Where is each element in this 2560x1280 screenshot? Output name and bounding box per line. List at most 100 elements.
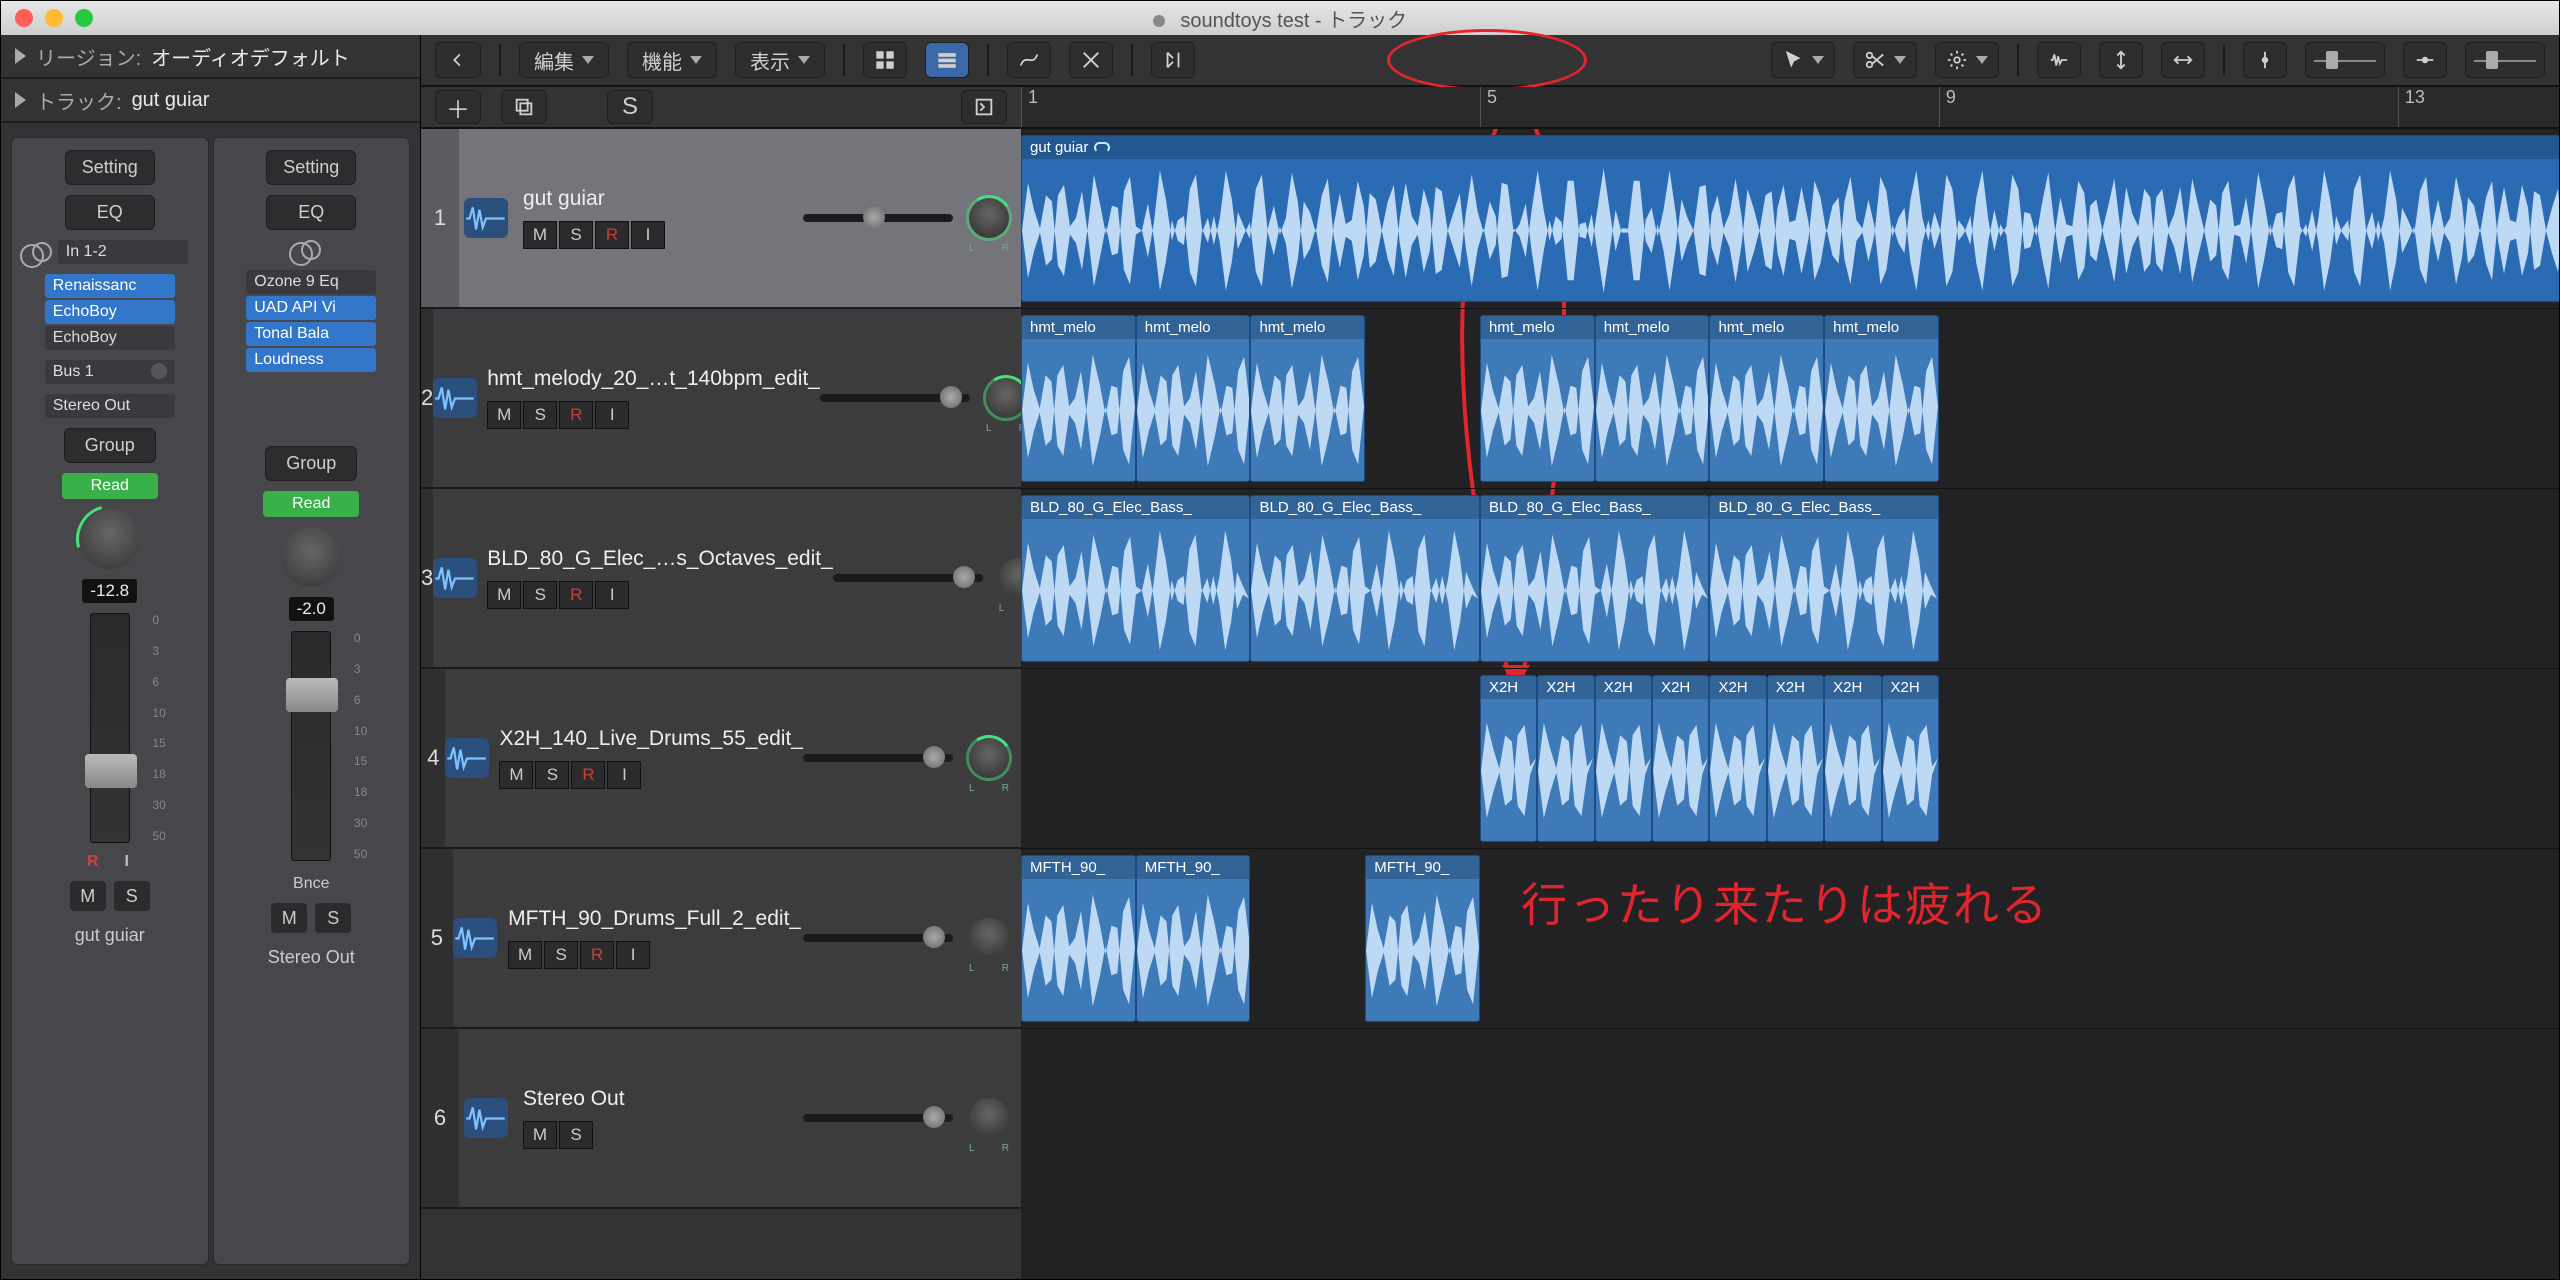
audio-region[interactable]: MFTH_90_ — [1136, 855, 1251, 1022]
track-lane[interactable]: MFTH_90_MFTH_90_MFTH_90_ — [1021, 849, 2559, 1029]
vertical-zoom-button[interactable] — [2099, 42, 2143, 78]
back-arrow-button[interactable] — [435, 42, 481, 78]
solo-button[interactable]: S — [559, 1121, 593, 1149]
track-disclosure[interactable]: トラック: gut guiar — [1, 79, 420, 123]
vertical-zoom-slider[interactable] — [2243, 42, 2287, 78]
bounce-button[interactable]: Bnce — [293, 875, 329, 893]
record-enable-button[interactable]: R — [571, 761, 605, 789]
zoom-window-button[interactable] — [75, 9, 93, 27]
record-enable-button[interactable]: R — [559, 401, 593, 429]
input-monitor-button[interactable]: I — [595, 581, 629, 609]
audio-region[interactable]: gut guiar — [1021, 135, 2559, 302]
record-enable-button[interactable]: R — [81, 853, 105, 871]
solo-button[interactable]: S — [114, 881, 150, 911]
edit-menu[interactable]: 編集 — [519, 42, 609, 78]
mute-button[interactable]: M — [508, 941, 542, 969]
catch-playhead-button[interactable] — [961, 90, 1007, 124]
audio-region[interactable]: X2H — [1652, 675, 1709, 842]
record-enable-button[interactable]: R — [595, 221, 629, 249]
input-monitor-button[interactable]: I — [616, 941, 650, 969]
track-name[interactable]: Stereo Out — [523, 1087, 761, 1111]
audio-region[interactable]: hmt_melo — [1480, 315, 1595, 482]
audio-region[interactable]: X2H — [1595, 675, 1652, 842]
pan-knob[interactable] — [281, 527, 341, 587]
audio-region[interactable]: X2H — [1480, 675, 1537, 842]
send-slot[interactable]: Bus 1 — [45, 360, 175, 384]
global-solo-button[interactable]: S — [607, 90, 653, 124]
scissors-tool[interactable] — [1853, 42, 1917, 78]
mute-button[interactable]: M — [487, 401, 521, 429]
audio-region[interactable]: hmt_melo — [1250, 315, 1365, 482]
duplicate-track-button[interactable] — [501, 90, 547, 124]
mute-button[interactable]: M — [271, 903, 307, 933]
audio-region[interactable]: BLD_80_G_Elec_Bass_ — [1709, 495, 1938, 662]
audio-region[interactable]: X2H — [1824, 675, 1881, 842]
h-zoom-icon[interactable] — [2403, 42, 2447, 78]
close-window-button[interactable] — [15, 9, 33, 27]
audio-region[interactable]: hmt_melo — [1595, 315, 1710, 482]
volume-slider[interactable] — [803, 1114, 953, 1122]
track-lane[interactable]: gut guiar — [1021, 129, 2559, 309]
timeline[interactable]: 行ったり来たりは疲れる gut guiar hmt_melohmt_melohm… — [1021, 129, 2559, 1279]
audio-region[interactable]: MFTH_90_ — [1021, 855, 1136, 1022]
eq-slot[interactable]: EQ — [266, 195, 356, 230]
plugin-slot[interactable]: UAD API Vi — [246, 296, 376, 320]
track-header[interactable]: 1gut guiarMSRILR — [421, 129, 1021, 309]
channel-setting-button[interactable]: Setting — [266, 150, 356, 185]
pan-knob[interactable]: LR — [969, 738, 1009, 778]
volume-slider[interactable] — [833, 574, 983, 582]
volume-fader[interactable] — [291, 631, 331, 861]
pan-knob[interactable]: LR — [969, 1098, 1009, 1138]
h-zoom-slider[interactable] — [2465, 42, 2545, 78]
audio-region[interactable]: BLD_80_G_Elec_Bass_ — [1480, 495, 1709, 662]
group-slot[interactable]: Group — [265, 446, 357, 481]
input-monitor-button[interactable]: I — [595, 401, 629, 429]
volume-slider[interactable] — [803, 214, 953, 222]
solo-button[interactable]: S — [523, 581, 557, 609]
plugin-slot[interactable]: EchoBoy — [45, 326, 175, 350]
mute-button[interactable]: M — [523, 1121, 557, 1149]
functions-menu[interactable]: 機能 — [627, 42, 717, 78]
volume-slider[interactable] — [820, 394, 970, 402]
volume-slider[interactable] — [803, 754, 953, 762]
plugin-slot[interactable]: Renaissanc — [45, 274, 175, 298]
track-lane[interactable]: X2HX2HX2HX2HX2HX2HX2HX2H — [1021, 669, 2559, 849]
audio-region[interactable]: X2H — [1767, 675, 1824, 842]
input-monitor-button[interactable]: I — [631, 221, 665, 249]
track-header[interactable]: 2hmt_melody_20_…t_140bpm_edit_MSRILR — [421, 309, 1021, 489]
record-enable-button[interactable]: R — [559, 581, 593, 609]
track-header[interactable]: 4X2H_140_Live_Drums_55_edit_MSRILR — [421, 669, 1021, 849]
plugin-slot[interactable]: Ozone 9 Eq — [246, 270, 376, 294]
plugin-slot[interactable]: EchoBoy — [45, 300, 175, 324]
audio-region[interactable]: hmt_melo — [1021, 315, 1136, 482]
input-monitor-button[interactable]: I — [607, 761, 641, 789]
horizontal-zoom-button[interactable] — [2161, 42, 2205, 78]
volume-fader[interactable] — [90, 613, 130, 843]
input-slot[interactable]: In 1-2 — [58, 240, 188, 264]
mute-button[interactable]: M — [70, 881, 106, 911]
track-lane[interactable]: BLD_80_G_Elec_Bass_BLD_80_G_Elec_Bass_BL… — [1021, 489, 2559, 669]
solo-button[interactable]: S — [523, 401, 557, 429]
track-lane[interactable]: hmt_melohmt_melohmt_melohmt_melohmt_melo… — [1021, 309, 2559, 489]
automation-mode-button[interactable]: Read — [263, 491, 359, 517]
track-name[interactable]: hmt_melody_20_…t_140bpm_edit_ — [487, 367, 820, 391]
add-track-button[interactable]: ＋ — [435, 90, 481, 124]
v-zoom-slider[interactable] — [2305, 42, 2385, 78]
mute-button[interactable]: M — [487, 581, 521, 609]
track-header[interactable]: 3BLD_80_G_Elec_…s_Octaves_edit_MSRILR — [421, 489, 1021, 669]
mute-button[interactable]: M — [499, 761, 533, 789]
audio-region[interactable]: BLD_80_G_Elec_Bass_ — [1250, 495, 1479, 662]
pointer-tool[interactable] — [1771, 42, 1835, 78]
record-enable-button[interactable]: R — [580, 941, 614, 969]
waveform-zoom-button[interactable] — [2037, 42, 2081, 78]
group-slot[interactable]: Group — [64, 428, 156, 463]
eq-slot[interactable]: EQ — [65, 195, 155, 230]
audio-region[interactable]: hmt_melo — [1824, 315, 1939, 482]
audio-region[interactable]: X2H — [1709, 675, 1766, 842]
audio-region[interactable]: hmt_melo — [1136, 315, 1251, 482]
track-name[interactable]: X2H_140_Live_Drums_55_edit_ — [499, 727, 803, 751]
track-name[interactable]: gut guiar — [523, 187, 761, 211]
plugin-slot[interactable]: Tonal Bala — [246, 322, 376, 346]
audio-region[interactable]: X2H — [1537, 675, 1594, 842]
channel-setting-button[interactable]: Setting — [65, 150, 155, 185]
